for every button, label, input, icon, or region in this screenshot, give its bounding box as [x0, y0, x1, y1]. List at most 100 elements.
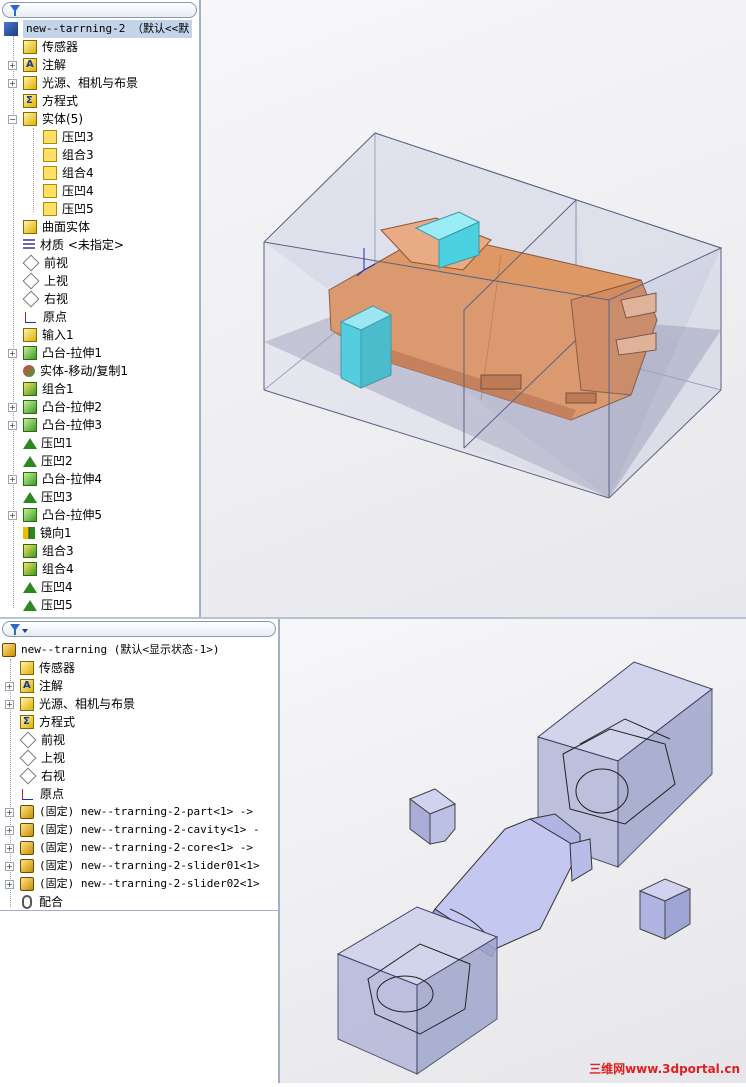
tree-item[interactable]: 传感器 [20, 659, 75, 677]
tree-item[interactable]: 压凹5 [23, 596, 73, 614]
tree-item[interactable]: 凸台-拉伸2 [23, 398, 102, 416]
tree-item-label: 光源、相机与布景 [42, 76, 139, 90]
tree-item[interactable]: 组合3 [23, 542, 74, 560]
tree-item[interactable]: 压凹4 [43, 182, 94, 200]
tree-item[interactable]: 前视 [19, 731, 66, 749]
tree-item[interactable]: 压凹3 [23, 488, 73, 506]
tree-item[interactable]: 配合 [20, 893, 63, 911]
filter-bar[interactable] [2, 621, 276, 637]
expand-toggle[interactable]: + [5, 700, 14, 709]
tree-item[interactable]: 输入1 [23, 326, 74, 344]
tree-item[interactable]: 凸台-拉伸5 [23, 506, 102, 524]
tree-item-label: 压凹3 [62, 130, 94, 144]
watermark: 三维网www.3dportal.cn [589, 1062, 740, 1076]
tree-root-item[interactable]: new--trarning (默认<显示状态-1>) [2, 641, 219, 659]
mirror-icon [23, 527, 35, 539]
expand-toggle[interactable]: + [5, 862, 14, 871]
indent-icon [23, 599, 37, 611]
tree-item[interactable]: (固定) new--trarning-2-cavity<1> - [20, 821, 260, 839]
expand-toggle[interactable]: + [8, 421, 17, 430]
tree-item[interactable]: 实体(5) [23, 110, 83, 128]
extrude-icon [23, 346, 37, 360]
tree-item[interactable]: 镜向1 [23, 524, 72, 542]
body-icon [43, 148, 57, 162]
expand-toggle[interactable]: + [8, 79, 17, 88]
core-box [336, 906, 499, 1075]
tree-item[interactable]: 右视 [22, 290, 68, 308]
tree-item[interactable]: 压凹2 [23, 452, 73, 470]
tree-item-label: 凸台-拉伸4 [42, 472, 102, 486]
tree-item[interactable]: 前视 [22, 254, 68, 272]
tree-item-label: 前视 [41, 733, 66, 747]
tree-item[interactable]: (固定) new--trarning-2-slider01<1> [20, 857, 260, 875]
assembly-icon [2, 643, 16, 657]
graphics-area-top[interactable] [201, 0, 746, 617]
tree-item-label: 组合3 [62, 148, 94, 162]
tree-item[interactable]: (固定) new--trarning-2-slider02<1> [20, 875, 260, 893]
tree-item[interactable]: 压凹4 [23, 578, 73, 596]
expand-toggle[interactable]: + [5, 844, 14, 853]
tree-item[interactable]: (固定) new--trarning-2-part<1> -> [20, 803, 253, 821]
tree-item-label: 压凹2 [41, 454, 73, 468]
expand-toggle[interactable]: − [8, 115, 17, 124]
expand-toggle[interactable]: + [8, 511, 17, 520]
component-icon [20, 823, 34, 837]
expand-toggle[interactable]: + [5, 682, 14, 691]
lights-icon [23, 76, 37, 90]
tree-item[interactable]: 原点 [20, 785, 64, 803]
tree-item[interactable]: 原点 [23, 308, 67, 326]
tree-item[interactable]: 压凹3 [43, 128, 94, 146]
tree-item[interactable]: 凸台-拉伸3 [23, 416, 102, 434]
tree-item[interactable]: 上视 [22, 272, 68, 290]
graphics-area-bottom[interactable]: 三维网www.3dportal.cn [280, 619, 746, 1083]
tree-item[interactable]: 组合1 [23, 380, 74, 398]
expand-toggle[interactable]: + [5, 826, 14, 835]
tree-root-item[interactable]: new--tarrning-2 （默认<<默 [4, 20, 193, 38]
tree-item[interactable]: 压凹1 [23, 434, 73, 452]
mates-icon [22, 895, 32, 909]
material-icon [23, 239, 35, 251]
equation-icon: Σ [23, 94, 37, 108]
filter-bar[interactable] [2, 2, 197, 18]
tree-item[interactable]: 上视 [19, 749, 65, 767]
tree-item-label: 原点 [43, 310, 68, 324]
tree-item[interactable]: 压凹5 [43, 200, 94, 218]
tree-item-label: 输入1 [42, 328, 74, 342]
tree-item[interactable]: 组合4 [23, 560, 74, 578]
tree-item[interactable]: Σ 方程式 [23, 92, 78, 110]
feature-manager-tree-bottom[interactable]: new--trarning (默认<显示状态-1>) 传感器 + A 注解 + 光源、相机… [0, 619, 285, 1083]
tree-item-label: 组合3 [42, 544, 74, 558]
tree-item[interactable]: 组合4 [43, 164, 94, 182]
tree-item[interactable]: 传感器 [23, 38, 78, 56]
plane-icon [19, 731, 37, 749]
expand-toggle[interactable]: + [5, 808, 14, 817]
tree-item[interactable]: 材质 <未指定> [23, 236, 124, 254]
filter-dropdown-icon[interactable] [22, 629, 28, 633]
tree-item[interactable]: 右视 [19, 767, 65, 785]
tree-item[interactable]: 凸台-拉伸1 [23, 344, 102, 362]
tree-item[interactable]: A 注解 [23, 56, 66, 74]
tree-item-label: (固定) new--trarning-2-core<1> -> [39, 841, 254, 854]
expand-toggle[interactable]: + [8, 475, 17, 484]
expand-toggle[interactable]: + [8, 61, 17, 70]
tree-item[interactable]: 凸台-拉伸4 [23, 470, 102, 488]
tree-item[interactable]: 组合3 [43, 146, 94, 164]
tree-item[interactable]: (固定) new--trarning-2-core<1> -> [20, 839, 253, 857]
expand-toggle[interactable]: + [8, 403, 17, 412]
combine-icon [23, 382, 37, 396]
tree-item[interactable]: 光源、相机与布景 [20, 695, 135, 713]
solid-bodies-icon [23, 112, 37, 126]
tree-item[interactable]: 实体-移动/复制1 [23, 362, 128, 380]
mold-box-model-view [263, 132, 723, 499]
tree-item-label: 凸台-拉伸1 [42, 346, 102, 360]
tree-item-label: 凸台-拉伸3 [42, 418, 102, 432]
tree-item[interactable]: Σ 方程式 [20, 713, 75, 731]
body-icon [43, 202, 57, 216]
tree-item[interactable]: A 注解 [20, 677, 63, 695]
expand-toggle[interactable]: + [5, 880, 14, 889]
tree-item-label: 压凹5 [62, 202, 94, 216]
expand-toggle[interactable]: + [8, 349, 17, 358]
tree-item[interactable]: 光源、相机与布景 [23, 74, 138, 92]
tree-item[interactable]: 曲面实体 [23, 218, 90, 236]
feature-manager-tree-top[interactable]: new--tarrning-2 （默认<<默 传感器 + A 注解 + 光源、相机与布景 Σ… [0, 0, 205, 617]
